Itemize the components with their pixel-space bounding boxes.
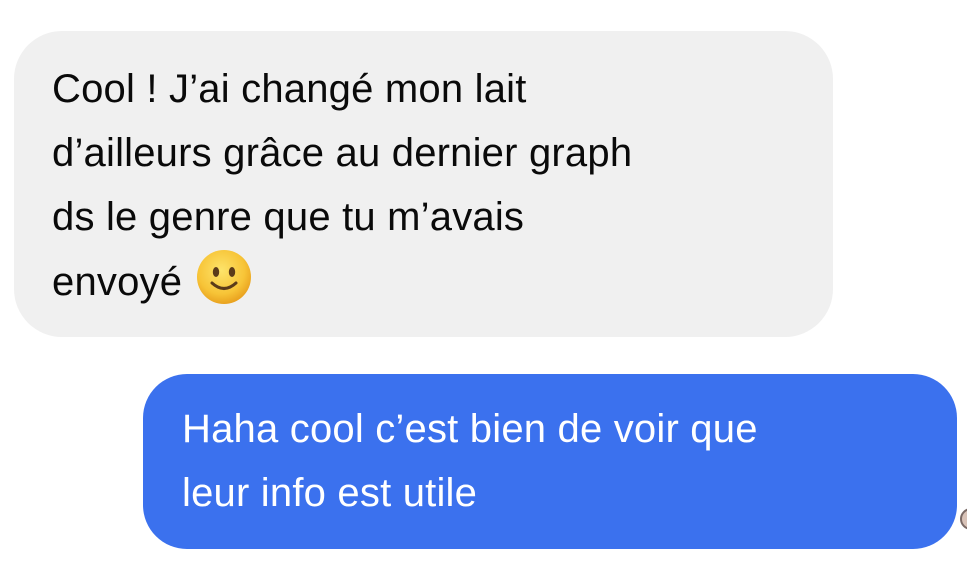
avatar	[960, 508, 967, 530]
message-thread: Cool ! J’ai changé mon lait d’ailleurs g…	[0, 0, 967, 566]
sent-message-line: leur info est utile	[182, 471, 478, 515]
slightly-smiling-face-icon	[196, 249, 252, 324]
sent-message-line: Haha cool c’est bien de voir que	[182, 407, 758, 451]
received-message-bubble[interactable]: Cool ! J’ai changé mon lait d’ailleurs g…	[14, 31, 833, 337]
received-message-line: d’ailleurs grâce au dernier graph	[52, 131, 633, 175]
received-message-line: Cool ! J’ai changé mon lait	[52, 67, 527, 111]
sent-message-bubble[interactable]: Haha cool c’est bien de voir que leur in…	[143, 374, 957, 549]
received-message-last-line: envoyé	[52, 249, 833, 324]
received-message-line: ds le genre que tu m’avais	[52, 195, 525, 239]
received-message-line: envoyé	[52, 260, 183, 304]
